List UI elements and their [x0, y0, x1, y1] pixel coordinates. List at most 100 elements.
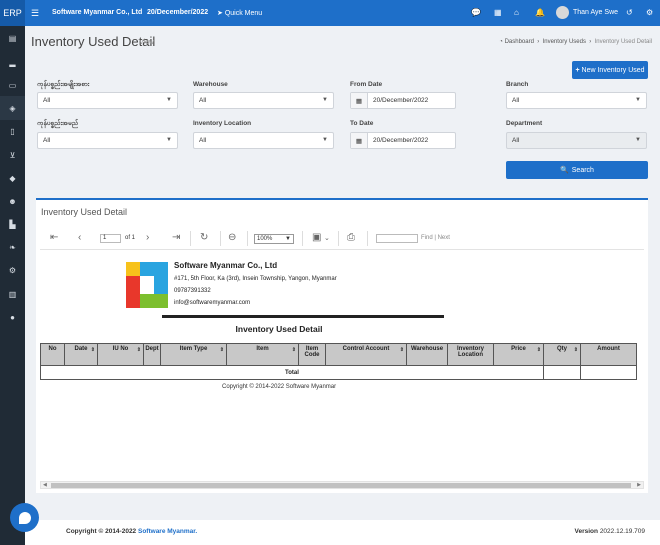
column-header[interactable]: Control Account ⇕	[325, 343, 407, 366]
box-icon[interactable]: ◈	[0, 96, 25, 120]
next-page-icon[interactable]: ›	[146, 232, 149, 243]
user-name[interactable]: Than Aye Swe	[573, 9, 618, 16]
avatar[interactable]	[556, 6, 569, 19]
dashboard-icon: ◔	[499, 39, 503, 45]
item-category-value: All	[43, 97, 51, 104]
scroll-right-icon[interactable]: ▶	[637, 482, 641, 488]
department-value: All	[512, 137, 520, 144]
column-header[interactable]: Item Type ⇕	[160, 343, 227, 366]
page-count: of 1	[125, 235, 136, 241]
building-icon[interactable]: ▦	[494, 8, 502, 17]
footer-version: Version 2022.12.19.709	[575, 528, 645, 535]
new-inventory-used-button[interactable]: + New Inventory Used	[572, 61, 648, 79]
branch-select[interactable]: All ▼	[506, 92, 647, 109]
top-navbar: ERP ☰ Software Myanmar Co., Ltd 20/Decem…	[0, 0, 660, 26]
column-header: No	[40, 343, 65, 366]
sort-icon: ⇕	[399, 347, 404, 353]
last-page-icon[interactable]: ⇥	[172, 232, 180, 243]
history-icon[interactable]: ↺	[626, 8, 633, 17]
find-input[interactable]	[376, 234, 418, 243]
save-icon[interactable]: ▣	[312, 232, 321, 243]
item-category-select[interactable]: All ▼	[37, 92, 178, 109]
toolbar-divider	[338, 231, 339, 246]
back-icon[interactable]: ⊖	[228, 232, 236, 243]
find-link[interactable]: Find	[421, 235, 433, 241]
refresh-icon[interactable]: ↻	[200, 232, 208, 243]
find-controls: Find | Next	[421, 235, 450, 241]
calendar-icon[interactable]: ▦	[351, 133, 368, 148]
comment-icon[interactable]: ●	[0, 305, 25, 329]
diamond-icon[interactable]: ◆	[0, 166, 25, 190]
send-icon: ➤	[217, 10, 223, 17]
copyright-text: Copyright © 2014-2022	[66, 528, 137, 535]
item-name-select[interactable]: All ▼	[37, 132, 178, 149]
scroll-thumb[interactable]	[51, 483, 631, 488]
column-header[interactable]: Item ⇕	[226, 343, 299, 366]
column-header[interactable]: IU No ⇕	[97, 343, 144, 366]
column-header[interactable]: Warehouse	[406, 343, 448, 366]
factory-icon[interactable]: ▙	[0, 212, 25, 236]
scroll-left-icon[interactable]: ◀	[43, 482, 47, 488]
column-header[interactable]: Inventory Location	[447, 343, 494, 366]
gear-icon[interactable]: ⚙	[0, 258, 25, 282]
horizontal-scrollbar[interactable]: ◀ ▶	[40, 481, 644, 489]
print-icon[interactable]: ⎙	[347, 232, 355, 243]
column-header[interactable]: Dept	[143, 343, 161, 366]
sort-icon: ⇕	[219, 347, 224, 353]
department-select: All ▼	[506, 132, 647, 149]
breadcrumb-inventory-useds[interactable]: Inventory Useds	[543, 39, 586, 45]
calculator-icon[interactable]: ▤	[0, 26, 25, 50]
first-page-icon[interactable]: ⇤	[50, 232, 58, 243]
menu-toggle-icon[interactable]: ☰	[31, 8, 39, 19]
clipboard-icon[interactable]: ▯	[0, 119, 25, 143]
users-icon[interactable]: ☻	[0, 189, 25, 213]
card-icon[interactable]: ▭	[0, 73, 25, 97]
warehouse-select[interactable]: All ▼	[193, 92, 334, 109]
report-email: info@softwaremyanmar.com	[174, 300, 251, 306]
home-icon[interactable]: ⌂	[514, 8, 519, 17]
next-link[interactable]: Next	[438, 235, 450, 241]
search-button[interactable]: 🔍 Search	[506, 161, 648, 179]
chevron-down-icon: ▼	[285, 236, 291, 242]
gear-icon[interactable]: ⚙	[646, 8, 653, 17]
page-number-input[interactable]: 1	[100, 234, 121, 243]
zoom-select[interactable]: 100% ▼	[254, 234, 294, 244]
chevron-down-icon[interactable]: ⌄	[324, 234, 330, 242]
bell-icon[interactable]: 🔔	[535, 8, 545, 17]
search-icon: 🔍	[560, 167, 569, 174]
breadcrumb-dashboard[interactable]: Dashboard	[505, 39, 534, 45]
column-header[interactable]: Amount	[580, 343, 637, 366]
from-date-value: 20/December/2022	[373, 97, 429, 104]
leaf-icon[interactable]: ❧	[0, 235, 25, 259]
report-phone: 09787391332	[174, 288, 211, 294]
inventory-location-select[interactable]: All ▼	[193, 132, 334, 149]
report-address: #171, 5th Floor, Ka (3rd), Insein Townsh…	[174, 276, 337, 282]
column-header[interactable]: Price ⇕	[493, 343, 544, 366]
toolbar-divider	[220, 231, 221, 246]
quick-menu-button[interactable]: ➤ Quick Menu	[217, 9, 262, 17]
cart-icon[interactable]: ⊻	[0, 143, 25, 167]
column-header[interactable]: Date ⇕	[64, 343, 98, 366]
column-header[interactable]: Item Code	[298, 343, 326, 366]
to-date-field[interactable]: ▦ 20/December/2022	[350, 132, 456, 149]
to-date-label: To Date	[350, 120, 374, 127]
table-total-row: Total	[40, 365, 637, 380]
software-myanmar-link[interactable]: Software Myanmar.	[138, 528, 197, 535]
plus-icon: +	[575, 66, 580, 74]
chart-icon[interactable]: ▂	[0, 50, 25, 74]
calendar-icon[interactable]: ▦	[351, 93, 368, 108]
toolbar-divider	[367, 231, 368, 246]
item-name-value: All	[43, 137, 51, 144]
from-date-field[interactable]: ▦ 20/December/2022	[350, 92, 456, 109]
brand-logo[interactable]: ERP	[0, 0, 25, 26]
chevron-down-icon: ▼	[635, 137, 641, 143]
warehouse-value: All	[199, 97, 207, 104]
report-table: No Date ⇕ IU No ⇕ Dept Item Type ⇕ Item ⇕ It…	[40, 343, 637, 380]
previous-page-icon[interactable]: ‹	[78, 232, 81, 243]
book-icon[interactable]: ▥	[0, 282, 25, 306]
column-header[interactable]: Qty ⇕	[543, 343, 581, 366]
branch-value: All	[512, 97, 520, 104]
chat-icon[interactable]: 💬	[471, 8, 481, 17]
chat-widget-button[interactable]	[10, 503, 39, 532]
sidebar: ▤ ▂ ▭ ◈ ▯ ⊻ ◆ ☻ ▙ ❧ ⚙ ▥ ●	[0, 26, 25, 545]
